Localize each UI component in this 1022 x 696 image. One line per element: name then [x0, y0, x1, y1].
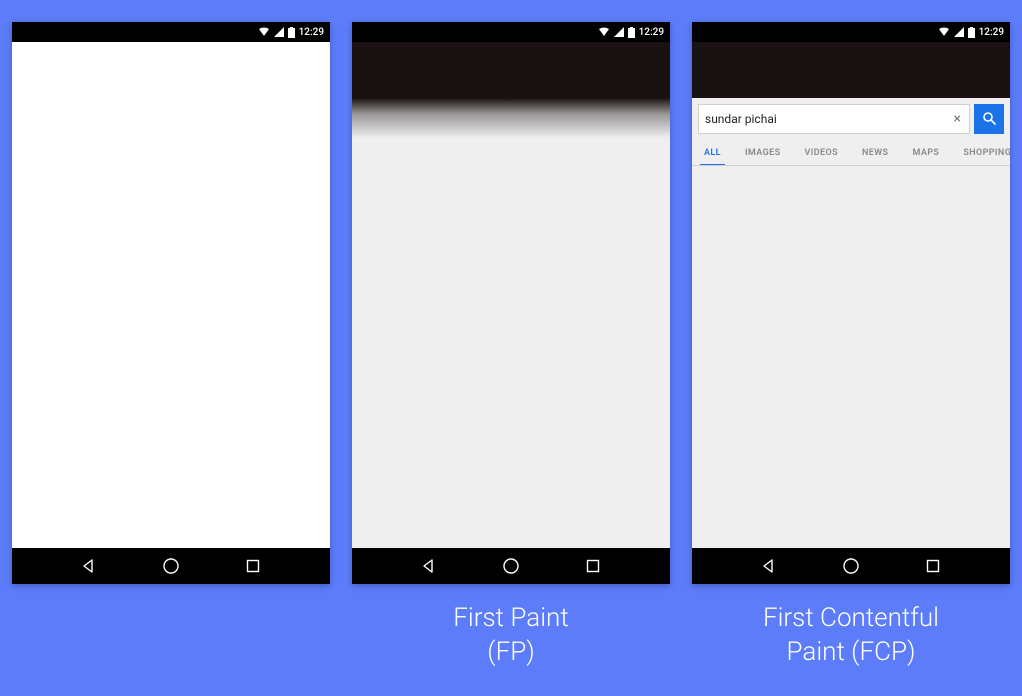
- status-bar: 12:29: [12, 22, 330, 42]
- search-query-text: sundar pichai: [705, 112, 952, 126]
- phone-frame: 12:29 sundar pichai × ALL IMAGES VIDEOS: [692, 22, 1010, 584]
- battery-icon: [628, 27, 635, 38]
- signal-icon: [274, 27, 284, 37]
- recents-button[interactable]: [910, 559, 956, 573]
- header-shadow: [352, 98, 670, 138]
- caption-fp-line2: (FP): [453, 636, 568, 670]
- search-input[interactable]: sundar pichai ×: [698, 104, 970, 134]
- search-icon: [982, 110, 996, 129]
- android-nav-bar: [352, 548, 670, 584]
- screen-content-fp: [352, 42, 670, 548]
- tab-shopping[interactable]: SHOPPING: [951, 142, 1010, 165]
- phone-frame: 12:29: [12, 22, 330, 584]
- app-header-placeholder: [352, 42, 670, 98]
- caption-fp: First Paint (FP): [453, 602, 568, 672]
- stage-blank: 12:29: [12, 22, 330, 672]
- home-button[interactable]: [148, 557, 194, 575]
- back-button[interactable]: [66, 558, 112, 574]
- status-bar: 12:29: [352, 22, 670, 42]
- search-button[interactable]: [974, 104, 1004, 134]
- tab-maps[interactable]: MAPS: [900, 142, 951, 165]
- search-tabs: ALL IMAGES VIDEOS NEWS MAPS SHOPPING: [692, 134, 1010, 166]
- phone-frame: 12:29: [352, 22, 670, 584]
- battery-icon: [968, 27, 975, 38]
- status-time: 12:29: [299, 27, 324, 38]
- home-button[interactable]: [828, 557, 874, 575]
- caption-fcp: First Contentful Paint (FCP): [763, 602, 939, 672]
- tab-all[interactable]: ALL: [692, 142, 733, 165]
- battery-icon: [288, 27, 295, 38]
- signal-icon: [614, 27, 624, 37]
- back-button[interactable]: [406, 558, 452, 574]
- recents-button[interactable]: [230, 559, 276, 573]
- signal-icon: [954, 27, 964, 37]
- caption-fp-line1: First Paint: [453, 602, 568, 636]
- android-nav-bar: [12, 548, 330, 584]
- status-bar: 12:29: [692, 22, 1010, 42]
- caption-fcp-line1: First Contentful: [763, 602, 939, 636]
- clear-icon[interactable]: ×: [952, 112, 963, 126]
- tab-news[interactable]: NEWS: [850, 142, 900, 165]
- tab-images[interactable]: IMAGES: [733, 142, 793, 165]
- screen-content-fcp: sundar pichai × ALL IMAGES VIDEOS NEWS M…: [692, 42, 1010, 548]
- caption-fcp-line2: Paint (FCP): [763, 636, 939, 670]
- recents-button[interactable]: [570, 559, 616, 573]
- android-nav-bar: [692, 548, 1010, 584]
- screen-content-blank: [12, 42, 330, 548]
- wifi-icon: [258, 27, 270, 37]
- stage-first-paint: 12:29 First Paint (FP): [352, 22, 670, 672]
- search-row: sundar pichai ×: [692, 98, 1010, 134]
- app-header: [692, 42, 1010, 98]
- status-time: 12:29: [639, 27, 664, 38]
- tab-videos[interactable]: VIDEOS: [793, 142, 850, 165]
- wifi-icon: [938, 27, 950, 37]
- wifi-icon: [598, 27, 610, 37]
- home-button[interactable]: [488, 557, 534, 575]
- back-button[interactable]: [746, 558, 792, 574]
- stage-first-contentful-paint: 12:29 sundar pichai × ALL IMAGES VIDEOS: [692, 22, 1010, 672]
- status-time: 12:29: [979, 27, 1004, 38]
